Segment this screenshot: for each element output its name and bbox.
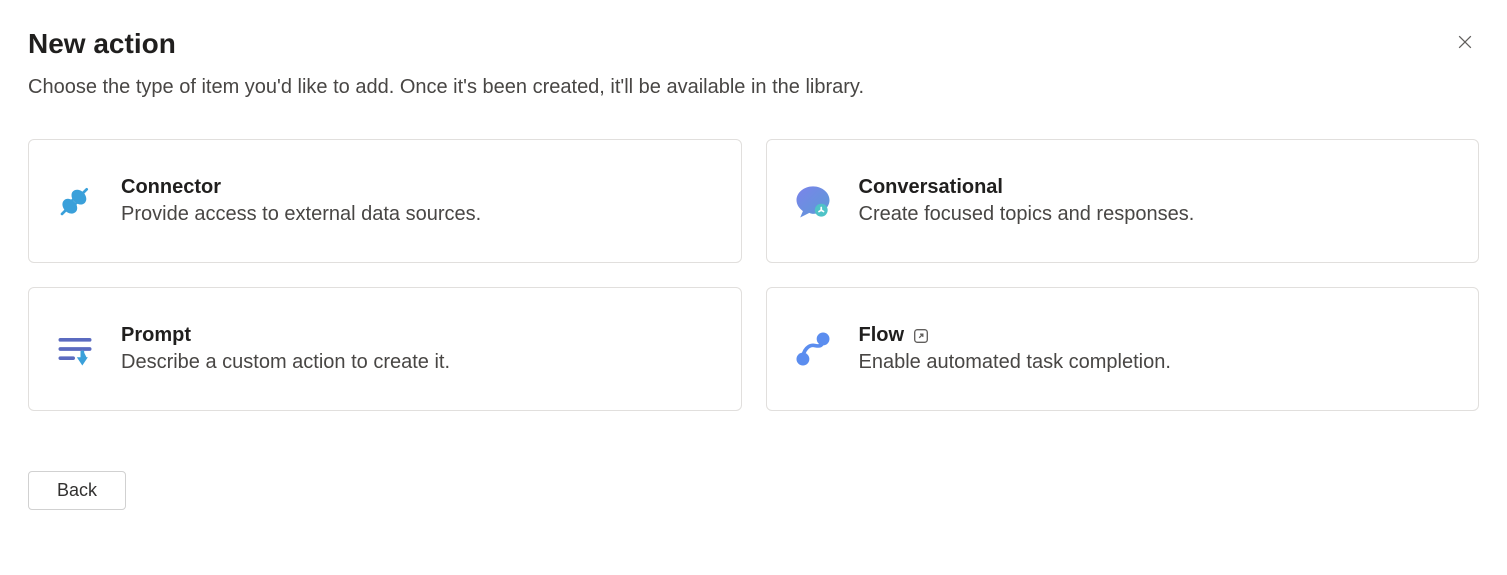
card-description: Describe a custom action to create it. [121, 351, 450, 374]
card-connector[interactable]: Connector Provide access to external dat… [28, 139, 742, 263]
connector-icon [53, 179, 97, 223]
page-title: New action [28, 28, 176, 60]
card-description: Provide access to external data sources. [121, 203, 481, 226]
flow-icon [791, 327, 835, 371]
conversational-icon [791, 179, 835, 223]
card-flow[interactable]: Flow Enable automated task completion. [766, 287, 1480, 411]
card-title: Conversational [859, 176, 1003, 199]
card-conversational[interactable]: Conversational Create focused topics and… [766, 139, 1480, 263]
prompt-icon [53, 327, 97, 371]
card-title: Flow [859, 324, 905, 347]
dialog-footer: Back [28, 471, 1479, 510]
card-description: Enable automated task completion. [859, 351, 1171, 374]
card-title: Prompt [121, 324, 191, 347]
card-title: Connector [121, 176, 221, 199]
external-link-icon [912, 327, 930, 345]
back-button[interactable]: Back [28, 471, 126, 510]
close-icon [1455, 32, 1475, 52]
action-type-grid: Connector Provide access to external dat… [28, 139, 1479, 411]
card-prompt[interactable]: Prompt Describe a custom action to creat… [28, 287, 742, 411]
card-description: Create focused topics and responses. [859, 203, 1195, 226]
close-button[interactable] [1451, 28, 1479, 56]
page-subtitle: Choose the type of item you'd like to ad… [28, 76, 1479, 99]
